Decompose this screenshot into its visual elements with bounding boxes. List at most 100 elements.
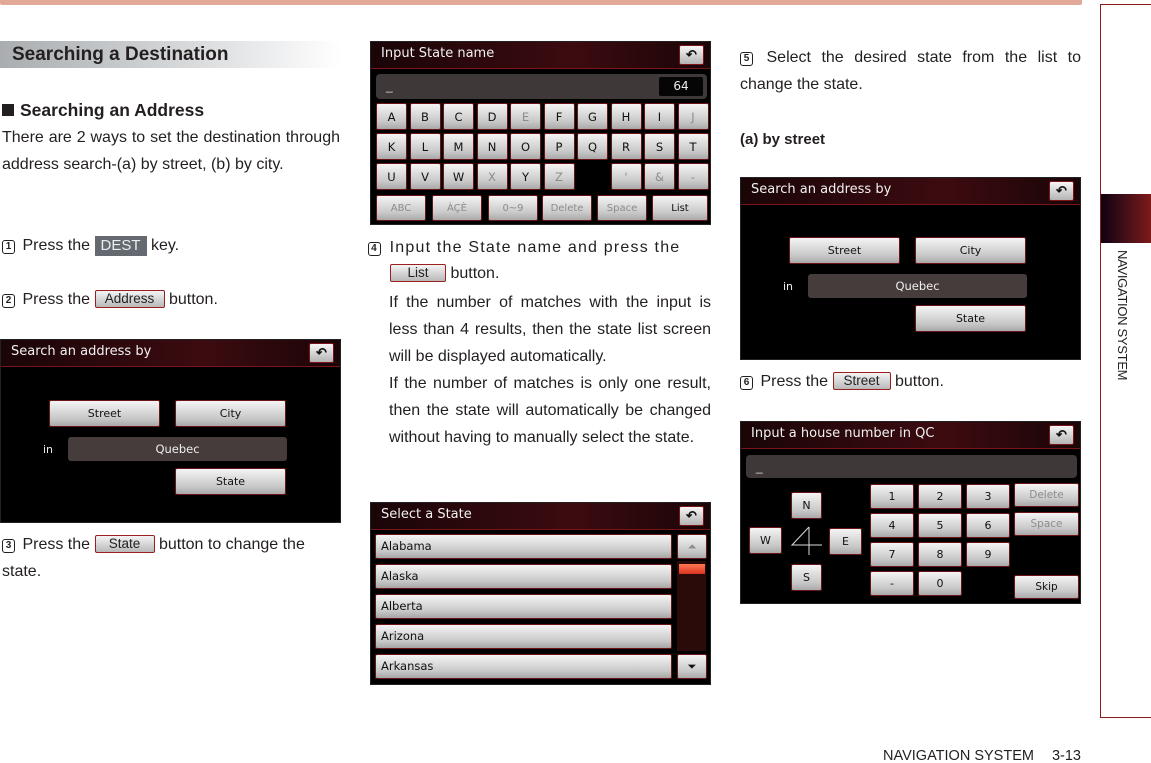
back-button[interactable]: ↶ [1049,425,1074,445]
step-5: 5 Select the desired state from the list… [740,44,1081,98]
back-button[interactable]: ↶ [1049,181,1074,201]
key-y[interactable]: Y [510,163,541,190]
state-list-item[interactable]: Arizona [375,624,672,649]
chevron-up-icon: ⏶ [687,539,697,553]
house-number-input[interactable]: _ [746,455,1077,478]
screen-title: Input a house number in QC [751,426,935,441]
step-text: button. [168,291,218,308]
key-l[interactable]: L [409,133,441,160]
state-button[interactable]: State [175,468,286,495]
street-button[interactable]: Street [789,237,900,264]
state-name-input[interactable]: _ 64 [376,74,707,99]
south-button[interactable]: S [791,564,822,591]
key-z[interactable]: Z [543,163,575,190]
state-list-item[interactable]: Alberta [375,594,672,619]
step-1: 1 Press the DEST key. [2,232,179,259]
input-cursor: _ [386,79,393,93]
key-space[interactable]: Space [597,195,647,221]
key-numbers[interactable]: 0~9 [488,195,538,221]
key-dash[interactable]: - [677,163,709,190]
key-c[interactable]: C [443,103,474,130]
key-e[interactable]: E [510,103,541,130]
key-delete[interactable]: Delete [542,195,592,221]
key-u[interactable]: U [376,163,407,190]
space-button[interactable]: Space [1014,512,1079,536]
top-accent-bar [0,0,1082,5]
back-button[interactable]: ↶ [679,45,704,65]
key-abc[interactable]: ABC [376,195,426,221]
key-1[interactable]: 1 [870,484,914,509]
state-list-item[interactable]: Alaska [375,564,672,589]
key-q[interactable]: Q [577,133,608,160]
scroll-up-button[interactable]: ⏶ [677,534,707,559]
key-h[interactable]: H [610,103,642,130]
screen-header: Input State name ↶ [371,42,710,69]
key-5[interactable]: 5 [918,513,962,538]
state-list-item[interactable]: Arkansas [375,654,672,679]
key-b[interactable]: B [409,103,441,130]
key-ampersand[interactable]: & [644,163,675,190]
city-button[interactable]: City [175,400,286,427]
key-d[interactable]: D [476,103,508,130]
step-text: button. [450,265,500,282]
state-list-item[interactable]: Alabama [375,534,672,559]
key-p[interactable]: P [543,133,575,160]
key-i[interactable]: I [644,103,675,130]
key-0[interactable]: 0 [918,571,962,596]
key-w[interactable]: W [443,163,474,190]
screen-header: Search an address by ↶ [741,178,1080,205]
key-k[interactable]: K [376,133,407,160]
key-7[interactable]: 7 [870,542,914,567]
page-footer: NAVIGATION SYSTEM 3-13 [883,748,1081,763]
north-button[interactable]: N [791,492,822,519]
key-s[interactable]: S [644,133,675,160]
key-f[interactable]: F [543,103,575,130]
scrollbar-track[interactable] [677,561,706,651]
back-arrow-icon: ↶ [1056,427,1067,442]
state-button[interactable]: State [915,305,1026,332]
scroll-down-button[interactable]: ⏷ [677,654,707,679]
back-button[interactable]: ↶ [309,343,334,363]
address-button-label: Address [94,290,165,308]
key-g[interactable]: G [577,103,608,130]
key-n[interactable]: N [476,133,508,160]
key-accented[interactable]: ÀÇÈ [432,195,482,221]
key-a[interactable]: A [376,103,407,130]
by-street-heading: (a) by street [740,131,826,148]
scrollbar-thumb[interactable] [679,564,705,574]
key-m[interactable]: M [443,133,474,160]
region-field: Quebec [68,437,287,461]
screen-header: Search an address by ↶ [1,340,340,367]
delete-button[interactable]: Delete [1014,483,1079,507]
skip-button[interactable]: Skip [1014,575,1079,599]
screen-title: Input State name [381,46,495,61]
street-button[interactable]: Street [49,400,160,427]
city-button[interactable]: City [915,237,1026,264]
back-arrow-icon: ↶ [1056,183,1067,198]
key-3[interactable]: 3 [966,484,1010,509]
east-button[interactable]: E [829,528,862,555]
key-t[interactable]: T [677,133,709,160]
key-o[interactable]: O [510,133,541,160]
key-4[interactable]: 4 [870,513,914,538]
key-list[interactable]: List [652,195,708,221]
key-6[interactable]: 6 [966,513,1010,538]
back-button[interactable]: ↶ [679,506,704,526]
key-j[interactable]: J [677,103,709,130]
key-dash[interactable]: - [870,571,914,596]
key-9[interactable]: 9 [966,542,1010,567]
square-bullet-icon [2,104,14,116]
intro-paragraph: There are 2 ways to set the destination … [2,129,340,173]
key-r[interactable]: R [610,133,642,160]
step-text: button. [894,373,944,390]
key-apostrophe[interactable]: ' [610,163,642,190]
compass-icon [790,526,822,555]
key-x[interactable]: X [476,163,508,190]
step-4-button-line: List button. [390,260,499,287]
key-v[interactable]: V [409,163,441,190]
west-button[interactable]: W [749,527,782,554]
footer-section: NAVIGATION SYSTEM [883,748,1034,763]
input-state-screen: Input State name ↶ _ 64 ABCDEFGHIJKLMNOP… [370,41,711,225]
key-8[interactable]: 8 [918,542,962,567]
key-2[interactable]: 2 [918,484,962,509]
